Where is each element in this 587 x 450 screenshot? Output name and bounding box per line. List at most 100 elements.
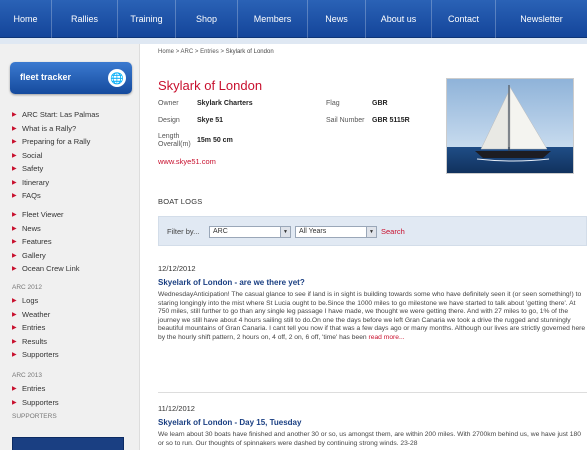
bullet-icon: ▶	[12, 298, 17, 305]
log-post: 12/12/2012 Skyelark of London - are we t…	[158, 264, 587, 343]
sidebar-item-entries-2013[interactable]: ▶ Entries	[12, 382, 136, 396]
owner-label-text: Owner	[158, 100, 179, 107]
sidebar-item-label: Entries	[22, 384, 46, 394]
rally-select-value: ARC	[213, 228, 228, 235]
sail-number-value-text: GBR 5115R	[372, 117, 410, 124]
main-content: Home > ARC > Entries > Skylark of London…	[140, 44, 587, 450]
nav-training[interactable]: Training	[118, 0, 176, 38]
sidebar-item-itinerary[interactable]: ▶ Itinerary	[12, 176, 136, 190]
nav-news[interactable]: News	[308, 0, 366, 38]
sidebar-item-social[interactable]: ▶ Social	[12, 149, 136, 163]
breadcrumb-home[interactable]: Home	[158, 49, 174, 55]
bullet-icon: ▶	[12, 152, 17, 159]
sidebar-item-features[interactable]: ▶ Features	[12, 235, 136, 249]
flag-label: Flag	[326, 100, 340, 107]
sidebar-item-preparing[interactable]: ▶ Preparing for a Rally	[12, 135, 136, 149]
nav-newsletter[interactable]: Newsletter	[496, 0, 587, 38]
sidebar-item-what-is-a-rally[interactable]: ▶ What is a Rally?	[12, 122, 136, 136]
sidebar-item-label: Features	[22, 237, 52, 247]
bullet-icon: ▶	[12, 266, 17, 273]
sidebar-item-label: Safety	[22, 164, 44, 174]
sail-number-label-text: Sail Number	[326, 117, 365, 124]
year-select-value: All Years	[299, 228, 327, 235]
sidebar-item-news[interactable]: ▶ News	[12, 222, 136, 236]
sidebar-item-gallery[interactable]: ▶ Gallery	[12, 249, 136, 263]
sail-number-value: GBR 5115R	[372, 117, 410, 124]
post-body: WednesdayAnticipation! The casual glance…	[158, 291, 587, 343]
search-link[interactable]: Search	[381, 227, 405, 236]
nav-home[interactable]: Home	[0, 0, 52, 38]
bullet-icon: ▶	[12, 166, 17, 173]
filter-bar: Filter by... ARC ▼ All Years ▼ Search	[158, 216, 587, 246]
post-title[interactable]: Skyelark of London - are we there yet?	[158, 278, 587, 287]
sidebar-item-label: ARC Start: Las Palmas	[22, 110, 100, 120]
breadcrumb-separator: >	[194, 49, 199, 55]
sidebar-heading-arc-2013: ARC 2013	[12, 371, 42, 379]
sidebar-item-label: Entries	[22, 323, 46, 333]
sail-number-label: Sail Number	[326, 117, 365, 124]
bullet-icon: ▶	[12, 239, 17, 246]
sidebar-item-results[interactable]: ▶ Results	[12, 335, 136, 349]
boat-photo	[446, 78, 574, 174]
sidebar-item-label: Gallery	[22, 250, 46, 260]
website-link[interactable]: www.skye51.com	[158, 157, 216, 166]
sidebar-item-weather[interactable]: ▶ Weather	[12, 308, 136, 322]
globe-icon: 🌐	[108, 69, 126, 87]
breadcrumb-arc[interactable]: ARC	[181, 49, 194, 55]
sidebar-item-safety[interactable]: ▶ Safety	[12, 162, 136, 176]
rally-select[interactable]: ARC ▼	[209, 226, 291, 238]
bullet-icon: ▶	[12, 225, 17, 232]
bullet-icon: ▶	[12, 125, 17, 132]
chevron-down-icon: ▼	[366, 227, 376, 237]
fleet-tracker-button[interactable]: fleet tracker 🌐	[10, 62, 132, 94]
sidebar-item-label: Fleet Viewer	[22, 210, 64, 220]
sidebar-item-ocean-crew-link[interactable]: ▶ Ocean Crew Link	[12, 262, 136, 276]
flag-value: GBR	[372, 100, 388, 107]
read-more-link[interactable]: read more...	[369, 334, 405, 341]
chevron-down-icon: ▼	[280, 227, 290, 237]
nav-shop[interactable]: Shop	[176, 0, 238, 38]
sidebar-item-label: Supporters	[22, 350, 59, 360]
sidebar-group-fleet: ▶ Fleet Viewer ▶ News ▶ Features ▶ Gallery ▶…	[12, 208, 136, 276]
sidebar-item-faqs[interactable]: ▶ FAQs	[12, 189, 136, 203]
nav-contact[interactable]: Contact	[432, 0, 496, 38]
year-select[interactable]: All Years ▼	[295, 226, 377, 238]
sidebar-group-arc-2013: ARC 2013 ▶ Entries ▶ Supporters SUPPORTERS	[12, 368, 136, 423]
sidebar-item-fleet-viewer[interactable]: ▶ Fleet Viewer	[12, 208, 136, 222]
sidebar-item-label: Supporters	[22, 397, 59, 407]
sidebar-group-arc-2012: ARC 2012 ▶ Logs ▶ Weather ▶ Entries ▶ Result…	[12, 280, 136, 362]
sidebar-item-supporters[interactable]: ▶ Supporters	[12, 348, 136, 362]
nav-members[interactable]: Members	[238, 0, 308, 38]
sidebar-item-label: Social	[22, 150, 43, 160]
breadcrumb-entries[interactable]: Entries	[200, 49, 219, 55]
sidebar-item-arc-start[interactable]: ▶ ARC Start: Las Palmas	[12, 108, 136, 122]
sidebar-item-label: What is a Rally?	[22, 123, 77, 133]
sidebar-item-label: News	[22, 223, 41, 233]
breadcrumb-separator: >	[175, 49, 180, 55]
flag-value-text: GBR	[372, 100, 388, 107]
bullet-icon: ▶	[12, 311, 17, 318]
length-value: 15m 50 cm	[197, 137, 233, 144]
filter-label: Filter by...	[167, 227, 200, 236]
sidebar-item-supporters-2013[interactable]: ▶ Supporters	[12, 396, 136, 410]
design-label: Design	[158, 117, 180, 124]
length-label-line1: Length	[158, 133, 180, 140]
top-navigation: Home Rallies Training Shop Members News …	[0, 0, 587, 38]
owner-label: Owner	[158, 100, 179, 107]
post-title[interactable]: Skyelark of London - Day 15, Tuesday	[158, 418, 587, 427]
flag-label-text: Flag	[326, 100, 340, 107]
sponsor-logo[interactable]	[12, 437, 124, 450]
nav-about-us[interactable]: About us	[366, 0, 432, 38]
owner-value: Skylark Charters	[197, 100, 253, 107]
breadcrumb-current: Skylark of London	[225, 49, 274, 55]
sidebar-item-label: Weather	[22, 309, 51, 319]
bullet-icon: ▶	[12, 139, 17, 146]
sidebar-item-logs[interactable]: ▶ Logs	[12, 294, 136, 308]
sidebar-item-entries[interactable]: ▶ Entries	[12, 321, 136, 335]
bullet-icon: ▶	[12, 252, 17, 259]
breadcrumb: Home > ARC > Entries > Skylark of London	[158, 49, 274, 55]
nav-rallies[interactable]: Rallies	[52, 0, 118, 38]
bullet-icon: ▶	[12, 399, 17, 406]
post-date: 11/12/2012	[158, 404, 195, 413]
post-body-text: We learn about 30 boats have finished an…	[158, 431, 581, 447]
